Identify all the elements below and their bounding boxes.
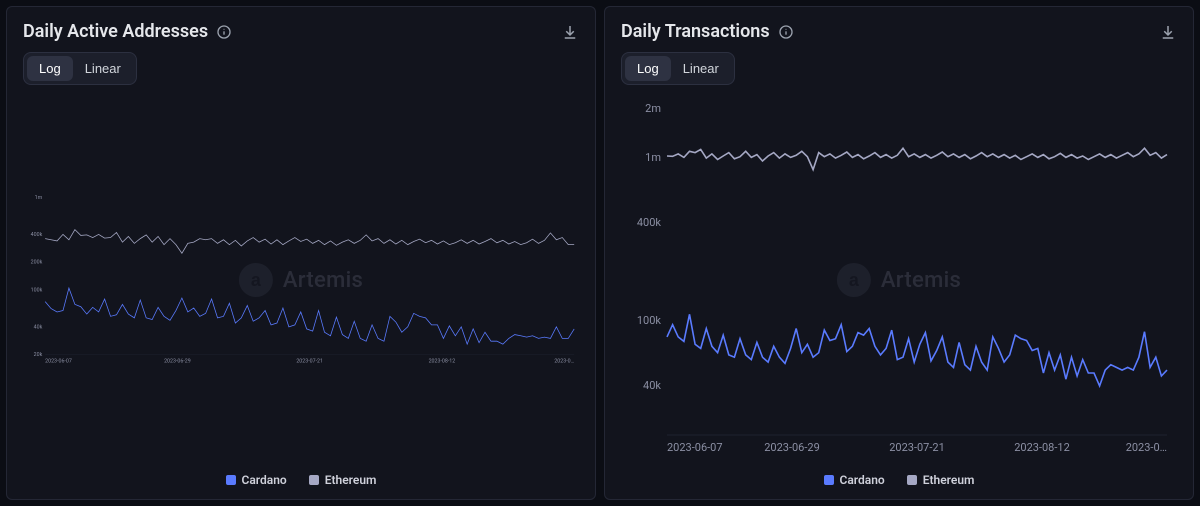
panel-header: Daily Active Addresses [23,21,579,42]
legend-label: Ethereum [923,473,975,487]
svg-text:40k: 40k [34,324,43,330]
svg-text:1m: 1m [35,195,43,201]
swatch-ethereum [309,475,319,485]
svg-text:2023-06-07: 2023-06-07 [667,441,723,454]
svg-text:2023-06-29: 2023-06-29 [764,441,820,454]
legend: Cardano Ethereum [23,473,579,487]
panel-title: Daily Transactions [621,21,770,42]
svg-text:400k: 400k [637,216,662,229]
svg-text:2023-06-07: 2023-06-07 [45,358,72,364]
series-ethereum [667,148,1167,169]
svg-text:400k: 400k [31,232,43,238]
svg-text:1m: 1m [645,151,661,164]
scale-toggle: Log Linear [23,52,137,85]
download-icon[interactable] [1159,23,1177,41]
info-icon [216,24,232,40]
svg-text:2m: 2m [645,102,661,115]
series-ethereum [45,230,574,254]
scale-log-button[interactable]: Log [625,56,671,81]
svg-text:40k: 40k [643,379,661,392]
chart-area: 20k 40k 100k 200k 400k 1m 2023-06-07 2023-06-29… [23,91,579,469]
svg-text:2023-07-21: 2023-07-21 [296,358,323,364]
svg-text:2023-0…: 2023-0… [1126,441,1167,454]
svg-text:200k: 200k [31,260,43,266]
legend-label: Ethereum [325,473,377,487]
scale-log-button[interactable]: Log [27,56,73,81]
legend-label: Cardano [840,473,885,487]
svg-text:20k: 20k [34,352,43,358]
dashboard-row: Daily Active Addresses Log Linear 20k 40k… [6,6,1194,500]
chart-area: 40k 100k 400k 1m 2m 2023-06-07 2023-06-29 2023-… [621,91,1177,469]
legend: Cardano Ethereum [621,473,1177,487]
legend-item-cardano[interactable]: Cardano [226,473,287,487]
legend-item-cardano[interactable]: Cardano [824,473,885,487]
svg-text:2023-0…: 2023-0… [554,358,574,364]
download-icon[interactable] [561,23,579,41]
chart-panel-dtx: Daily Transactions Log Linear 40k 100k 400… [604,6,1194,500]
legend-item-ethereum[interactable]: Ethereum [907,473,975,487]
series-cardano [45,288,574,344]
svg-text:2023-07-21: 2023-07-21 [889,441,945,454]
info-icon [778,24,794,40]
scale-linear-button[interactable]: Linear [671,56,731,81]
svg-text:100k: 100k [31,288,43,294]
legend-item-ethereum[interactable]: Ethereum [309,473,377,487]
scale-linear-button[interactable]: Linear [73,56,133,81]
svg-text:2023-08-12: 2023-08-12 [429,358,456,364]
svg-text:2023-08-12: 2023-08-12 [1014,441,1070,454]
panel-title: Daily Active Addresses [23,21,208,42]
svg-text:100k: 100k [637,314,662,327]
chart-panel-daa: Daily Active Addresses Log Linear 20k 40k… [6,6,596,500]
swatch-cardano [824,475,834,485]
svg-text:2023-06-29: 2023-06-29 [164,358,191,364]
series-cardano [667,314,1167,386]
panel-header: Daily Transactions [621,21,1177,42]
scale-toggle: Log Linear [621,52,735,85]
swatch-cardano [226,475,236,485]
swatch-ethereum [907,475,917,485]
legend-label: Cardano [242,473,287,487]
